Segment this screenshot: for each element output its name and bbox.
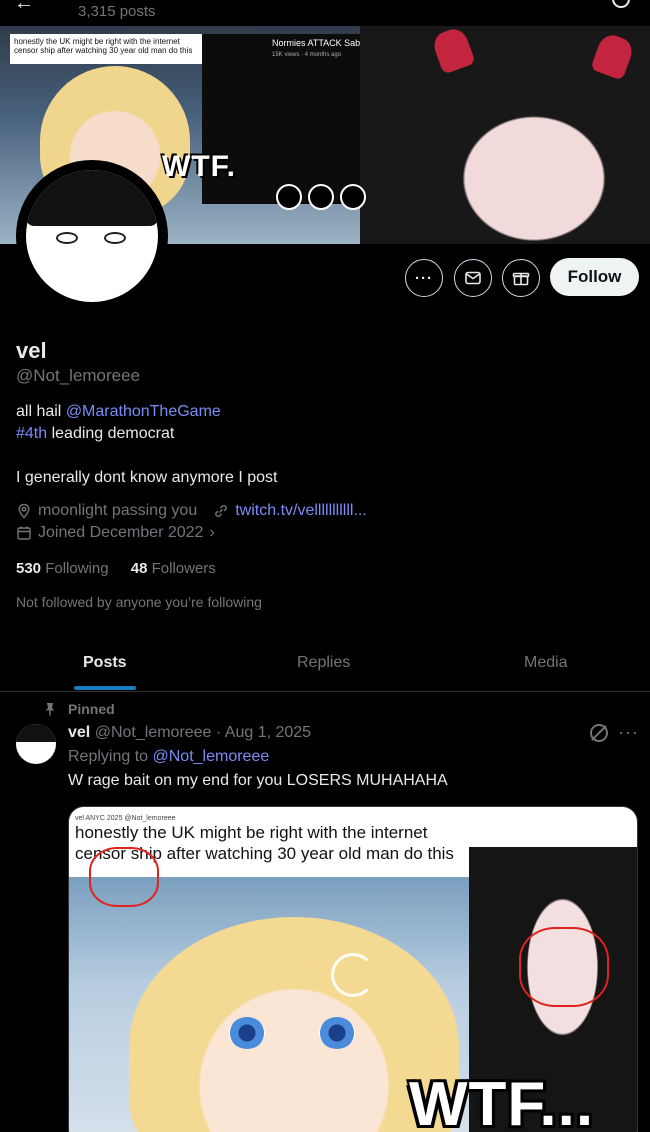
media-red-scribble-2 — [519, 927, 609, 1007]
avatar-eye-left — [56, 232, 78, 244]
bio-spacer — [16, 445, 616, 467]
profile-bio: all hail @MarathonTheGame #4th leading d… — [16, 401, 616, 489]
following-label: Following — [45, 560, 109, 577]
profile-joined: Joined December 2022 — [38, 524, 204, 541]
not-followed-note: Not followed by anyone you’re following — [16, 594, 262, 610]
profile-avatar[interactable] — [16, 160, 168, 312]
post-more-icon[interactable]: ··· — [618, 722, 639, 743]
mail-icon — [465, 271, 481, 285]
banner-gift-icon — [340, 184, 366, 210]
active-tab-indicator — [74, 686, 136, 690]
media-eye-left — [229, 1017, 265, 1049]
link-icon — [215, 505, 228, 517]
followers-label: Followers — [151, 560, 216, 577]
banner-caption: honestly the UK might be right with the … — [10, 34, 202, 64]
replying-to: Replying to @Not_lemoreee — [68, 748, 269, 766]
banner-icon-row — [276, 184, 366, 210]
calendar-icon — [17, 526, 31, 540]
follow-button[interactable]: Follow — [550, 258, 639, 296]
profile-website-link[interactable]: twitch.tv/velllllllllll... — [235, 502, 367, 520]
media-loading-spinner — [331, 953, 375, 997]
profile-meta-row-1: moonlight passing you twitch.tv/vellllll… — [16, 502, 367, 520]
media-wtf-text: WTF... — [409, 1070, 595, 1132]
profile-meta-row-2: Joined December 2022 › — [16, 524, 215, 542]
tab-posts[interactable]: Posts — [83, 654, 127, 672]
tab-media[interactable]: Media — [524, 654, 568, 672]
profile-handle: @Not_lemoreee — [16, 366, 141, 385]
avatar-hair — [26, 170, 158, 226]
profile-stats: 530 Following 48 Followers — [16, 560, 216, 577]
post-author[interactable]: vel — [68, 724, 90, 741]
gift-icon — [512, 272, 530, 286]
top-bar: ← 3,315 posts — [0, 0, 650, 26]
profile-location: moonlight passing you — [38, 502, 198, 519]
followers-stat[interactable]: 48 Followers — [131, 560, 216, 577]
bio-mention-link[interactable]: @MarathonTheGame — [66, 403, 221, 420]
bio-line-2-text: leading democrat — [47, 425, 175, 442]
bio-line-1-text: all hail — [16, 403, 66, 420]
location-icon — [18, 503, 30, 519]
gift-button[interactable] — [502, 259, 540, 297]
media-caption-line-1: honestly the UK might be right with the … — [75, 823, 428, 842]
post-media[interactable]: vel ANYC 2025 @Not_lemoreee honestly the… — [68, 806, 638, 1132]
message-button[interactable] — [454, 259, 492, 297]
bio-line-1: all hail @MarathonTheGame — [16, 401, 616, 423]
followers-count: 48 — [130, 560, 148, 577]
banner-mail-icon — [308, 184, 334, 210]
banner-video-meta: 15K views · 4 months ago — [272, 52, 342, 58]
more-dots-icon: ··· — [415, 269, 433, 287]
profile-tabs: Posts Replies Media — [0, 640, 650, 692]
following-count: 530 — [16, 560, 42, 577]
banner-more-icon — [276, 184, 302, 210]
avatar-face — [26, 170, 158, 302]
post-handle-date[interactable]: @Not_lemoreee · Aug 1, 2025 — [95, 724, 311, 741]
media-caption-user: vel ANYC 2025 @Not_lemoreee — [75, 815, 176, 822]
tab-replies[interactable]: Replies — [297, 654, 350, 672]
avatar-eye-right — [104, 232, 126, 244]
search-icon[interactable] — [612, 0, 630, 8]
chevron-right-icon[interactable]: › — [209, 524, 214, 542]
media-red-scribble-1 — [89, 847, 159, 907]
post-header: vel @Not_lemoreee · Aug 1, 2025 — [68, 724, 311, 742]
bio-line-2: #4th leading democrat — [16, 423, 616, 445]
bio-line-3: I generally dont know anymore I post — [16, 469, 278, 486]
post-avatar[interactable] — [16, 724, 56, 764]
pinned-label: Pinned — [68, 701, 115, 717]
post-avatar-hair — [16, 724, 56, 742]
replying-to-handle[interactable]: @Not_lemoreee — [153, 748, 270, 765]
post-count: 3,315 posts — [78, 3, 156, 20]
replying-to-prefix: Replying to — [68, 748, 153, 765]
back-arrow-icon[interactable]: ← — [14, 0, 34, 15]
media-eye-right — [319, 1017, 355, 1049]
more-options-button[interactable]: ··· — [405, 259, 443, 297]
bio-hashtag-link[interactable]: #4th — [16, 425, 47, 442]
grok-icon[interactable] — [590, 724, 608, 742]
banner-wtf-text: WTF. — [162, 150, 236, 183]
pin-icon — [45, 703, 55, 716]
post-text: W rage bait on my end for you LOSERS MUH… — [68, 772, 448, 789]
following-stat[interactable]: 530 Following — [16, 560, 109, 577]
profile-name: vel — [16, 338, 47, 363]
